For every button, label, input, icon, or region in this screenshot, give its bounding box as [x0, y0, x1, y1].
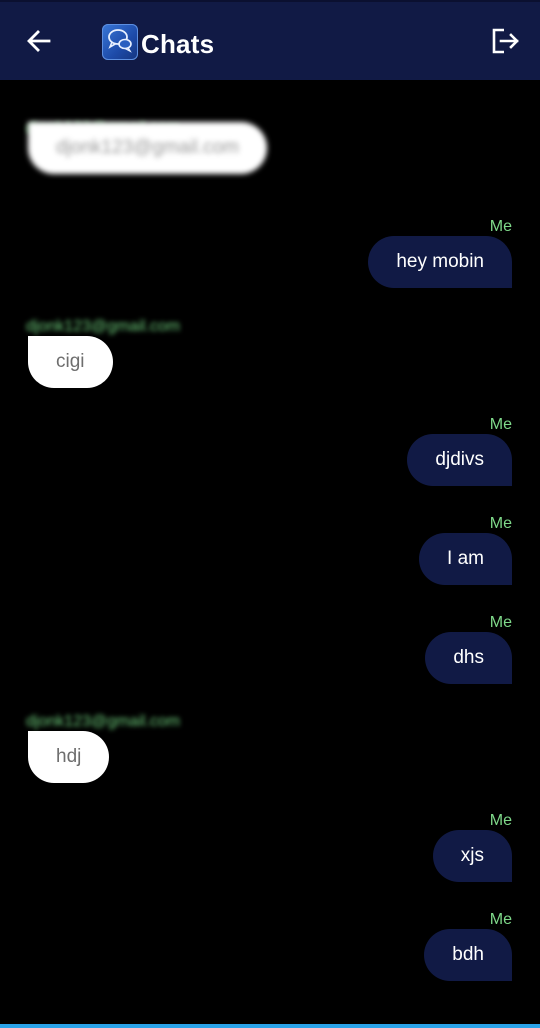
page-title: Chats [141, 29, 215, 59]
message-sender: Me [489, 218, 512, 235]
message-sender: Me [489, 911, 512, 928]
outgoing-message-bubble[interactable]: dhs [425, 632, 512, 684]
message-sender: djonk123@gmail.com [26, 318, 181, 335]
incoming-message-bubble[interactable]: djonk123@gmail.com [28, 122, 267, 174]
chat-bubbles-logo-icon [105, 25, 135, 60]
outgoing-message-bubble[interactable]: xjs [432, 830, 512, 882]
message-sender: Me [489, 614, 512, 631]
message-sender: Me [489, 812, 512, 829]
message-sender: Me [489, 416, 512, 433]
app-bar: Chats [0, 0, 540, 80]
outgoing-message-bubble[interactable]: bdh [424, 929, 512, 981]
logout-icon [490, 26, 520, 61]
chat-message-list[interactable]: djonk123@gmail.comdjonk123@gmail.comMehe… [0, 80, 540, 1024]
outgoing-message-bubble[interactable]: hey mobin [368, 236, 512, 288]
back-button[interactable] [22, 26, 56, 60]
bottom-edge-divider [0, 1024, 540, 1028]
app-logo [102, 24, 138, 60]
incoming-message-bubble[interactable]: cigi [28, 336, 113, 388]
message-sender: djonk123@gmail.com [26, 713, 181, 730]
outgoing-message-bubble[interactable]: I am [419, 533, 512, 585]
logout-button[interactable] [488, 26, 522, 60]
arrow-left-icon [26, 28, 52, 59]
incoming-message-bubble[interactable]: hdj [28, 731, 110, 783]
outgoing-message-bubble[interactable]: djdivs [407, 434, 512, 486]
message-sender: Me [489, 515, 512, 532]
